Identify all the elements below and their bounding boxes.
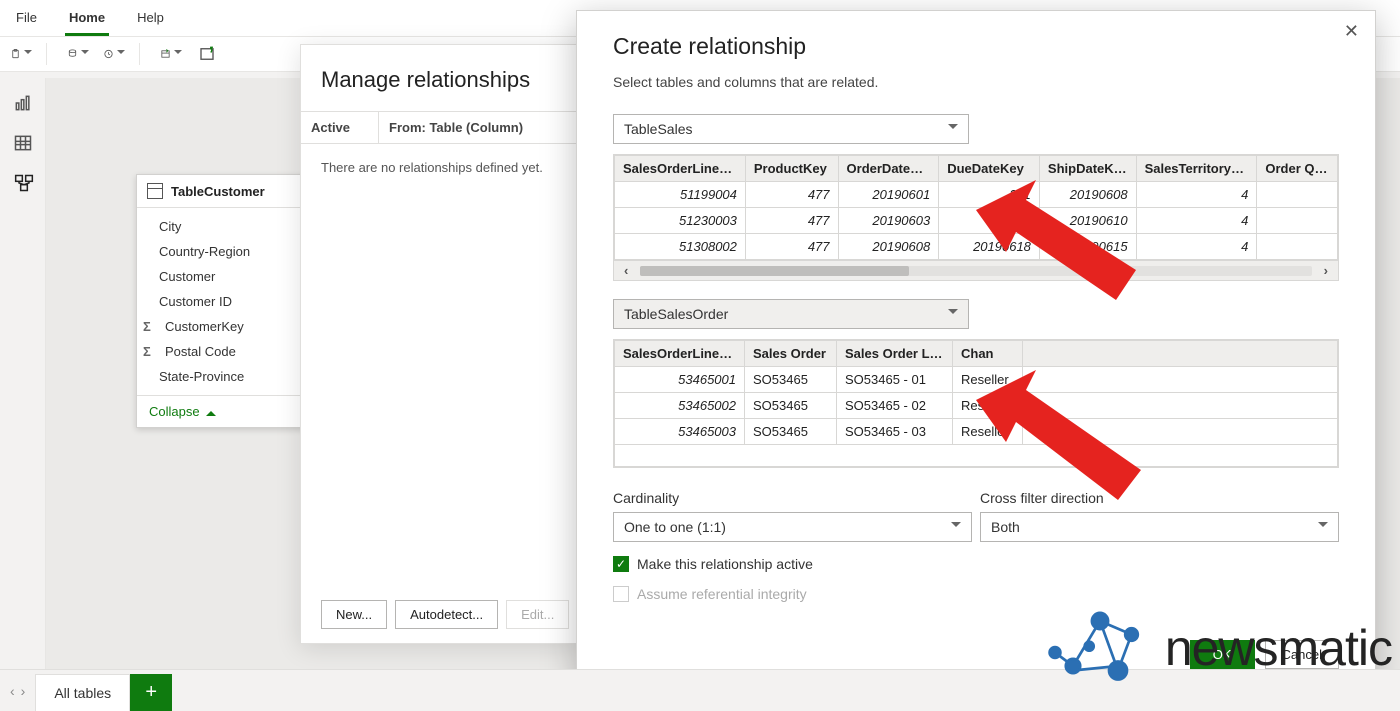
add-tab-button[interactable]: +: [130, 674, 172, 711]
checkbox-unchecked-icon: [613, 586, 629, 602]
field-item[interactable]: Customer ID: [137, 289, 305, 314]
th[interactable]: SalesOrderLineKey: [615, 156, 746, 182]
col-active: Active: [301, 112, 379, 143]
field-item[interactable]: ΣPostal Code: [137, 339, 305, 364]
manage-relationships-panel: Manage relationships Active From: Table …: [300, 44, 580, 644]
menu-file[interactable]: File: [12, 6, 41, 36]
transform-icon[interactable]: [160, 43, 182, 65]
th[interactable]: Order Qua: [1257, 156, 1338, 182]
report-view-icon[interactable]: [10, 92, 36, 114]
th[interactable]: Sales Order Line: [837, 341, 953, 367]
table-card-title: TableCustomer: [171, 184, 265, 199]
table-field-list: City Country-Region Customer Customer ID…: [137, 208, 305, 395]
table-a-preview: SalesOrderLineKey ProductKey OrderDateKe…: [613, 154, 1339, 281]
col-from: From: Table (Column): [379, 112, 579, 143]
menu-home[interactable]: Home: [65, 6, 109, 36]
sigma-icon: Σ: [143, 319, 157, 334]
referential-checkbox-row: Assume referential integrity: [613, 586, 1339, 602]
watermark-logo-icon: [1045, 603, 1155, 693]
dialog-title: Create relationship: [613, 33, 1339, 60]
table-a-scrollbar[interactable]: ‹ ›: [614, 260, 1338, 280]
checkbox-checked-icon[interactable]: [613, 556, 629, 572]
manage-empty-text: There are no relationships defined yet.: [301, 144, 579, 191]
chevron-down-icon: [948, 309, 958, 319]
active-checkbox-label: Make this relationship active: [637, 556, 813, 572]
sigma-icon: Σ: [143, 344, 157, 359]
th[interactable]: Chan: [953, 341, 1023, 367]
table-icon: [147, 183, 163, 199]
crossfilter-label: Cross filter direction: [980, 490, 1339, 506]
referential-checkbox-label: Assume referential integrity: [637, 586, 807, 602]
table-b-value: TableSalesOrder: [624, 306, 728, 322]
th[interactable]: Sales Order: [745, 341, 837, 367]
watermark-text: newsmatic: [1165, 619, 1392, 677]
th: [1023, 341, 1338, 367]
model-view-icon[interactable]: [10, 172, 36, 194]
table-card-header: TableCustomer: [137, 175, 305, 208]
chevron-down-icon: [948, 124, 958, 134]
chevron-down-icon: [951, 522, 961, 532]
th[interactable]: SalesOrderLineKey: [615, 341, 745, 367]
manage-title: Manage relationships: [301, 67, 579, 93]
dialog-subtitle: Select tables and columns that are relat…: [613, 74, 1339, 90]
chevron-down-icon: [1318, 522, 1328, 532]
watermark: newsmatic: [1045, 603, 1392, 693]
cardinality-label: Cardinality: [613, 490, 972, 506]
th[interactable]: ShipDateKey: [1039, 156, 1136, 182]
field-item[interactable]: City: [137, 214, 305, 239]
th[interactable]: SalesTerritoryKey: [1136, 156, 1257, 182]
menu-help[interactable]: Help: [133, 6, 168, 36]
field-item[interactable]: Customer: [137, 264, 305, 289]
cardinality-dropdown[interactable]: One to one (1:1): [613, 512, 972, 542]
table-a-dropdown[interactable]: TableSales: [613, 114, 969, 144]
th[interactable]: DueDateKey: [939, 156, 1040, 182]
crossfilter-dropdown[interactable]: Both: [980, 512, 1339, 542]
create-relationship-dialog: ✕ Create relationship Select tables and …: [576, 10, 1376, 690]
manage-columns: Active From: Table (Column): [301, 111, 579, 144]
crossfilter-value: Both: [991, 519, 1020, 535]
table-b-dropdown[interactable]: TableSalesOrder: [613, 299, 969, 329]
table-card[interactable]: TableCustomer City Country-Region Custom…: [136, 174, 306, 428]
edit-button: Edit...: [506, 600, 569, 629]
paste-icon[interactable]: [10, 43, 32, 65]
getdata-icon[interactable]: [67, 43, 89, 65]
new-button[interactable]: New...: [321, 600, 387, 629]
scroll-right-icon[interactable]: ›: [1320, 263, 1332, 278]
view-rail: [0, 78, 46, 669]
field-item[interactable]: ΣCustomerKey: [137, 314, 305, 339]
th[interactable]: OrderDateKey: [838, 156, 939, 182]
table-b-preview: SalesOrderLineKey Sales Order Sales Orde…: [613, 339, 1339, 468]
chevron-up-icon: [206, 406, 216, 416]
recent-icon[interactable]: [103, 43, 125, 65]
cardinality-value: One to one (1:1): [624, 519, 726, 535]
close-icon[interactable]: ✕: [1344, 21, 1359, 42]
active-checkbox-row[interactable]: Make this relationship active: [613, 556, 1339, 572]
field-item[interactable]: State-Province: [137, 364, 305, 389]
tab-all-tables[interactable]: All tables: [35, 674, 130, 711]
tab-pager[interactable]: ‹›: [0, 670, 35, 711]
autodetect-button[interactable]: Autodetect...: [395, 600, 498, 629]
field-item[interactable]: Country-Region: [137, 239, 305, 264]
refresh-icon[interactable]: [196, 43, 218, 65]
th[interactable]: ProductKey: [745, 156, 838, 182]
collapse-button[interactable]: Collapse: [137, 395, 305, 427]
table-a-value: TableSales: [624, 121, 693, 137]
data-view-icon[interactable]: [10, 132, 36, 154]
scroll-left-icon[interactable]: ‹: [620, 263, 632, 278]
